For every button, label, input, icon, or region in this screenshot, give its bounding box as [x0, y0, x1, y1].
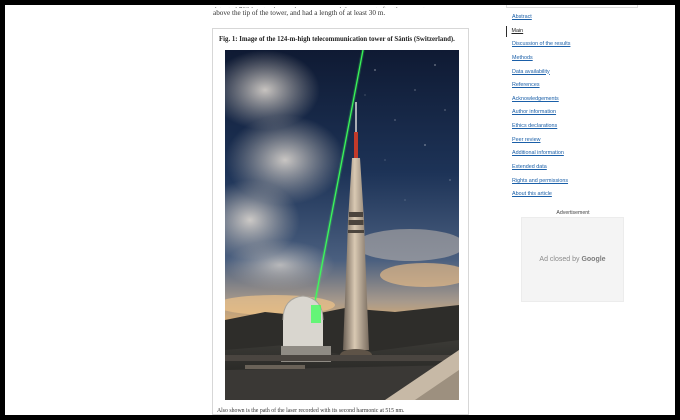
figure-1: Fig. 1: Image of the 124-m-high telecomm…: [212, 28, 469, 415]
nav-item-rights-permissions[interactable]: Rights and permissions: [506, 175, 638, 189]
google-brand: Google: [581, 256, 606, 263]
nav-item-peer-review[interactable]: Peer review: [506, 134, 638, 148]
figure-image-tower[interactable]: [225, 50, 459, 400]
figure-caption: Also shown is the path of the laser reco…: [217, 408, 405, 414]
ad-closed-prefix: Ad closed by: [539, 256, 580, 263]
browser-viewport: detected 700 bursts observed were measur…: [5, 5, 675, 415]
nav-item-discussion[interactable]: Discussion of the results: [506, 38, 638, 52]
nav-item-abstract[interactable]: Abstract: [506, 11, 638, 25]
nav-item-ethics-declarations[interactable]: Ethics declarations: [506, 120, 638, 134]
nav-item-main[interactable]: Main: [506, 25, 638, 37]
nav-item-additional-information[interactable]: Additional information: [506, 147, 638, 161]
nav-item-references[interactable]: References: [506, 79, 638, 93]
nav-item-author-information[interactable]: Author information: [506, 106, 638, 120]
nav-item-about-article[interactable]: About this article: [506, 188, 638, 202]
nav-item-methods[interactable]: Methods: [506, 52, 638, 66]
figure-title: Fig. 1: Image of the 124-m-high telecomm…: [219, 36, 455, 43]
nav-item-acknowledgements[interactable]: Acknowledgements: [506, 93, 638, 107]
advertisement-label: Advertisement: [556, 210, 590, 216]
sidebar-top-border: [506, 5, 638, 8]
article-intro-text: detected 700 bursts observed were measur…: [213, 5, 483, 18]
nav-item-extended-data[interactable]: Extended data: [506, 161, 638, 175]
sections-nav: Abstract Main Discussion of the results …: [506, 11, 638, 202]
intro-cut-line: detected 700 bursts observed were measur…: [213, 5, 483, 8]
ad-closed-text: Ad closed by Google: [539, 256, 605, 263]
article-nav-sidebar: Abstract Main Discussion of the results …: [506, 5, 638, 205]
nav-item-data-availability[interactable]: Data availability: [506, 66, 638, 80]
ad-slot: Ad closed by Google: [521, 217, 624, 302]
intro-line: above the tip of the tower, and had a le…: [213, 9, 386, 17]
